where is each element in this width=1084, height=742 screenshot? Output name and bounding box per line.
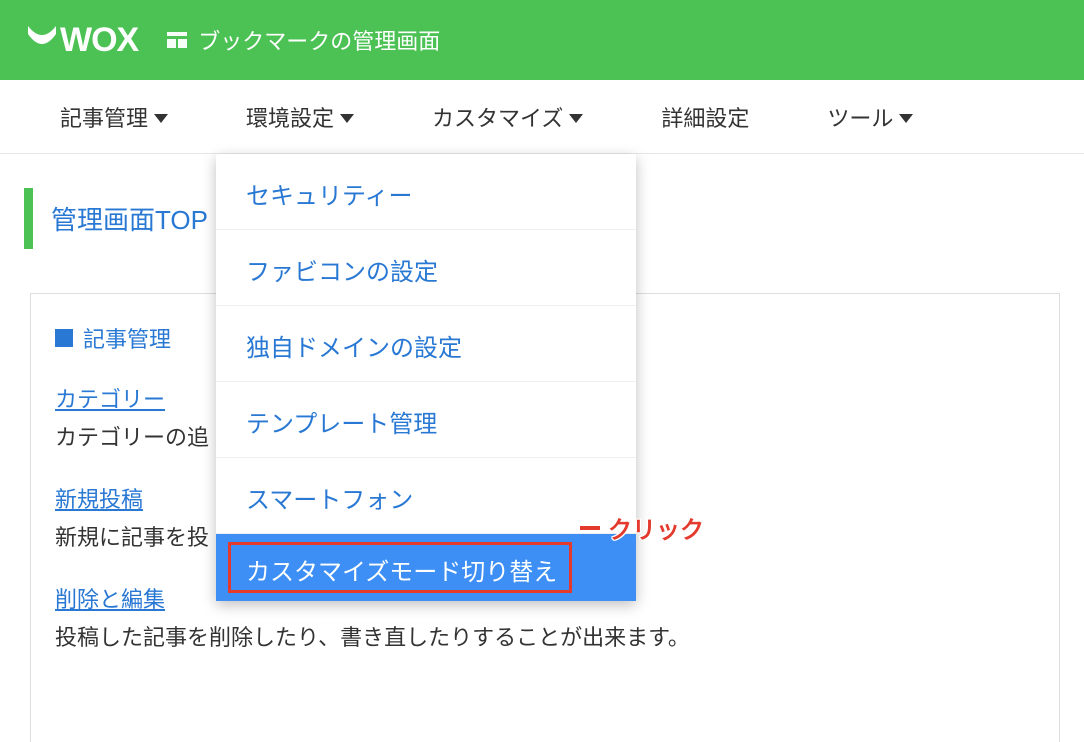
chevron-down-icon <box>340 114 354 123</box>
main-nav: 記事管理 環境設定 カスタマイズ 詳細設定 ツール <box>0 80 1084 154</box>
nav-item-tools[interactable]: ツール <box>827 101 913 133</box>
nav-item-label: 記事管理 <box>60 101 148 133</box>
nav-item-label: ツール <box>827 101 893 133</box>
settings-dropdown: セキュリティー ファビコンの設定 独自ドメインの設定 テンプレート管理 スマート… <box>216 154 636 601</box>
chevron-down-icon <box>899 114 913 123</box>
nav-item-label: 環境設定 <box>246 101 334 133</box>
nav-item-customize[interactable]: カスタマイズ <box>432 101 583 133</box>
header-title-wrap: ブックマークの管理画面 <box>166 24 440 56</box>
nav-item-articles[interactable]: 記事管理 <box>60 101 168 133</box>
annotation: クリック <box>580 510 704 545</box>
chevron-down-icon <box>569 114 583 123</box>
chevron-down-icon <box>154 114 168 123</box>
dropdown-item-domain[interactable]: 独自ドメインの設定 <box>216 306 636 382</box>
nav-item-settings[interactable]: 環境設定 <box>246 101 354 133</box>
dropdown-item-customize-mode[interactable]: カスタマイズモード切り替え <box>216 534 636 601</box>
bookmark-manager-icon <box>166 29 188 51</box>
nav-item-label: 詳細設定 <box>661 101 749 133</box>
logo-smile-icon <box>28 26 56 54</box>
top-header: WOX ブックマークの管理画面 <box>0 0 1084 80</box>
dropdown-item-smartphone[interactable]: スマートフォン <box>216 458 636 534</box>
dropdown-item-label: カスタマイズモード切り替え <box>246 559 557 586</box>
header-title: ブックマークの管理画面 <box>198 24 440 56</box>
dropdown-item-favicon[interactable]: ファビコンの設定 <box>216 230 636 306</box>
dropdown-item-template[interactable]: テンプレート管理 <box>216 382 636 458</box>
logo[interactable]: WOX <box>28 21 138 60</box>
dropdown-item-security[interactable]: セキュリティー <box>216 154 636 230</box>
section-title-label: 記事管理 <box>83 322 171 354</box>
nav-item-advanced[interactable]: 詳細設定 <box>661 101 749 133</box>
desc-delete-edit: 投稿した記事を削除したり、書き直したりすることが出来ます。 <box>55 620 1035 652</box>
square-bullet-icon <box>55 329 73 347</box>
annotation-label: クリック <box>608 510 704 545</box>
logo-text: WOX <box>60 21 138 60</box>
annotation-line-icon <box>580 526 600 530</box>
nav-item-label: カスタマイズ <box>432 101 563 133</box>
